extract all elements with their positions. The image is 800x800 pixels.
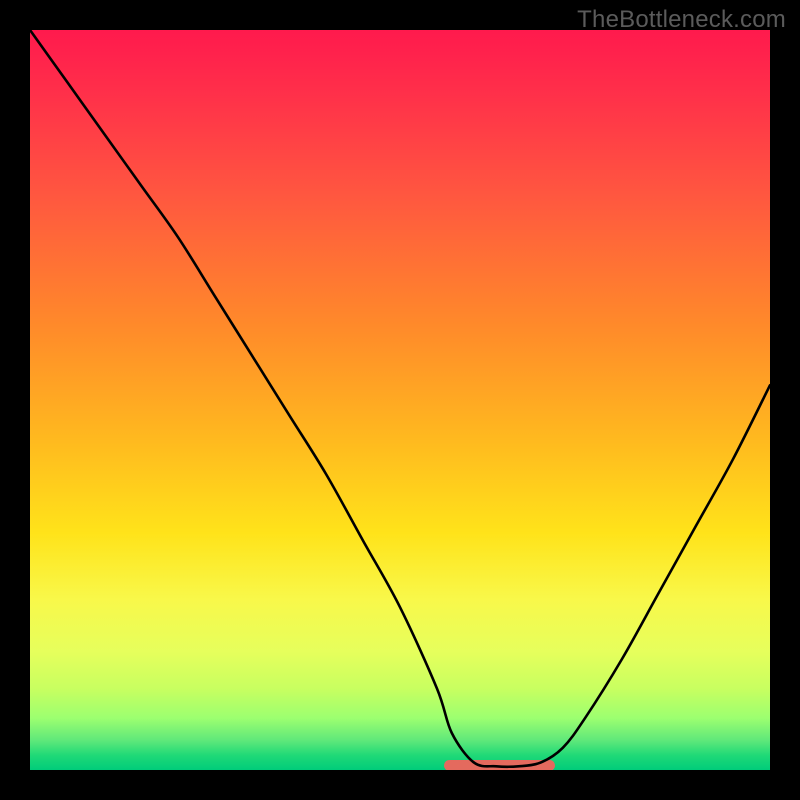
chart-frame: TheBottleneck.com — [0, 0, 800, 800]
plot-area — [30, 30, 770, 770]
bottleneck-curve — [30, 30, 770, 770]
